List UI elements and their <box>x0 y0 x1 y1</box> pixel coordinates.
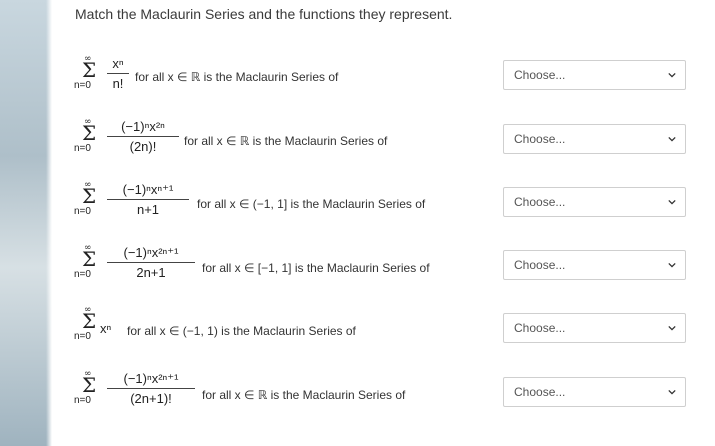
sum-lower-limit: n=0 <box>74 206 91 217</box>
answer-select-1[interactable]: Choose... <box>503 60 686 90</box>
series-description: for all x ∈ (−1, 1] is the Maclaurin Ser… <box>197 197 426 211</box>
question-title: Match the Maclaurin Series and the funct… <box>75 6 453 22</box>
series-row-5: ∞ Σ n=0 xⁿ for all x ∈ (−1, 1) is the Ma… <box>74 305 356 342</box>
series-term: xⁿ <box>100 322 111 336</box>
series-fraction: (−1)ⁿxⁿ⁺¹ n+1 <box>107 183 189 217</box>
series-fraction: xⁿ n! <box>107 57 129 91</box>
answer-select-4[interactable]: Choose... <box>503 250 686 280</box>
background-image-strip <box>0 0 52 446</box>
series-fraction: (−1)ⁿx²ⁿ (2n)! <box>107 120 179 154</box>
select-value: Choose... <box>514 195 566 209</box>
series-term-text: xⁿ <box>100 321 112 336</box>
chevron-down-icon <box>668 72 676 78</box>
fraction-denominator: n+1 <box>136 202 160 217</box>
fraction-denominator: (2n+1)! <box>130 391 172 406</box>
sum-lower-limit: n=0 <box>74 269 91 280</box>
answer-select-5[interactable]: Choose... <box>503 313 686 343</box>
fraction-numerator: (−1)ⁿx²ⁿ <box>121 119 165 134</box>
fraction-denominator: n! <box>112 76 124 91</box>
series-description: for all x ∈ [−1, 1] is the Maclaurin Ser… <box>202 261 430 275</box>
answer-select-3[interactable]: Choose... <box>503 187 686 217</box>
series-row-4: ∞ Σ n=0 (−1)ⁿx²ⁿ⁺¹ 2n+1 for all x ∈ [−1,… <box>74 243 430 280</box>
series-row-1: ∞ Σ n=0 xⁿ n! for all x ∈ ℝ is the Macla… <box>74 54 339 91</box>
fraction-numerator: (−1)ⁿx²ⁿ⁺¹ <box>123 245 179 260</box>
sum-lower-limit: n=0 <box>74 143 91 154</box>
select-value: Choose... <box>514 258 566 272</box>
series-row-2: ∞ Σ n=0 (−1)ⁿx²ⁿ (2n)! for all x ∈ ℝ is … <box>74 117 388 154</box>
chevron-down-icon <box>668 199 676 205</box>
chevron-down-icon <box>668 389 676 395</box>
chevron-down-icon <box>668 262 676 268</box>
select-value: Choose... <box>514 385 566 399</box>
series-description: for all x ∈ ℝ is the Maclaurin Series of <box>202 388 406 402</box>
sum-lower-limit: n=0 <box>74 80 91 91</box>
series-description: for all x ∈ ℝ is the Maclaurin Series of <box>184 134 388 148</box>
select-value: Choose... <box>514 321 566 335</box>
chevron-down-icon <box>668 136 676 142</box>
chevron-down-icon <box>668 325 676 331</box>
fraction-numerator: (−1)ⁿx²ⁿ⁺¹ <box>123 371 179 386</box>
series-description: for all x ∈ (−1, 1) is the Maclaurin Ser… <box>127 324 356 338</box>
answer-select-6[interactable]: Choose... <box>503 377 686 407</box>
series-row-3: ∞ Σ n=0 (−1)ⁿxⁿ⁺¹ n+1 for all x ∈ (−1, 1… <box>74 180 426 217</box>
sum-lower-limit: n=0 <box>74 395 91 406</box>
fraction-denominator: (2n)! <box>129 139 157 154</box>
fraction-numerator: (−1)ⁿxⁿ⁺¹ <box>122 182 174 197</box>
fraction-numerator: xⁿ <box>112 56 124 71</box>
fraction-denominator: 2n+1 <box>136 265 166 280</box>
series-description: for all x ∈ ℝ is the Maclaurin Series of <box>135 70 339 84</box>
series-fraction: (−1)ⁿx²ⁿ⁺¹ 2n+1 <box>107 246 195 280</box>
sum-lower-limit: n=0 <box>74 331 91 342</box>
select-value: Choose... <box>514 68 566 82</box>
select-value: Choose... <box>514 132 566 146</box>
answer-select-2[interactable]: Choose... <box>503 124 686 154</box>
series-fraction: (−1)ⁿx²ⁿ⁺¹ (2n+1)! <box>107 372 195 406</box>
series-row-6: ∞ Σ n=0 (−1)ⁿx²ⁿ⁺¹ (2n+1)! for all x ∈ ℝ… <box>74 369 406 406</box>
